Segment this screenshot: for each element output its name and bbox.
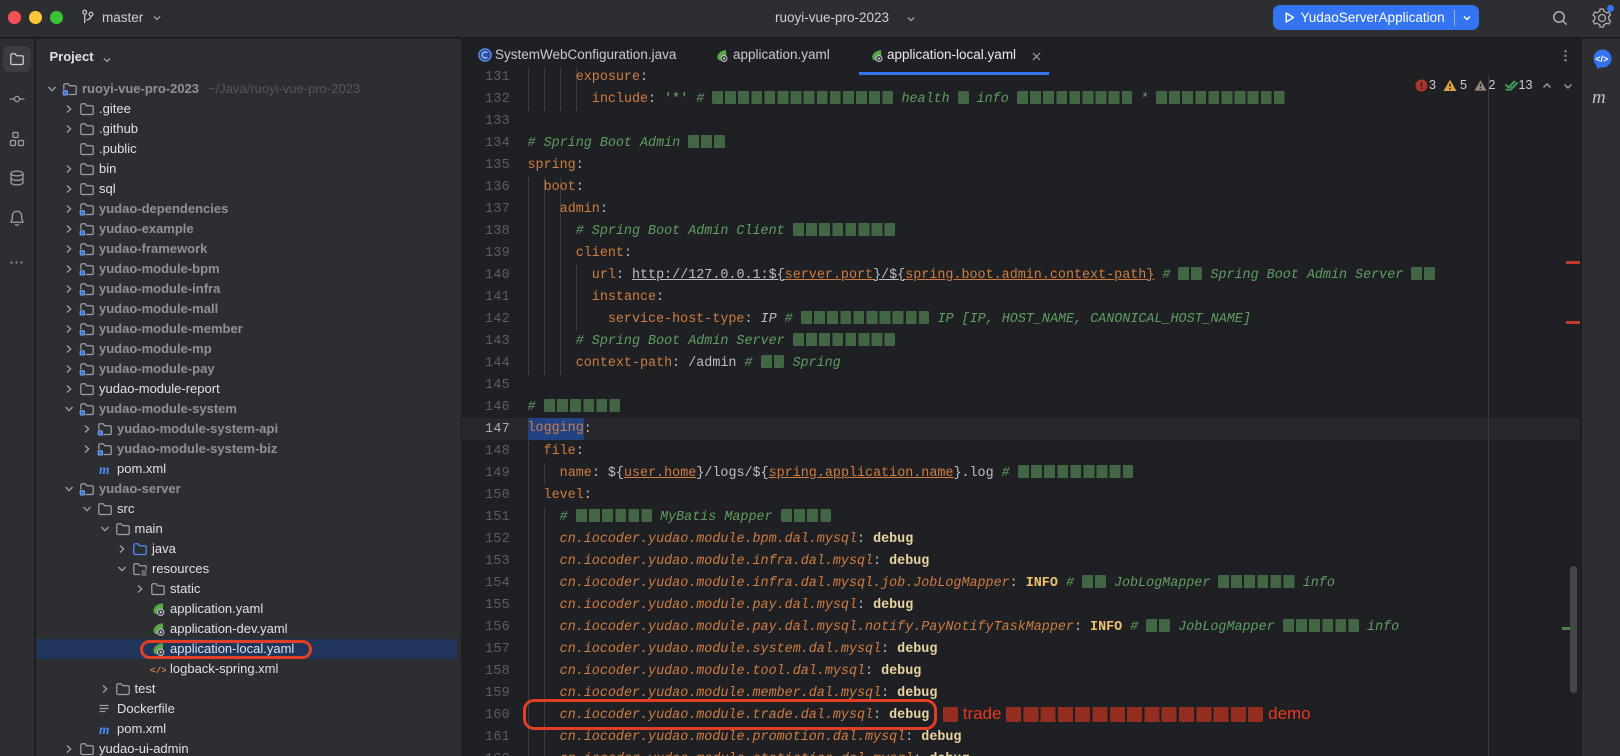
- svg-text:m: m: [99, 462, 110, 477]
- svg-text:m: m: [99, 722, 110, 737]
- svg-text:</>: </>: [150, 665, 166, 676]
- svg-text:</>: </>: [1595, 54, 1608, 64]
